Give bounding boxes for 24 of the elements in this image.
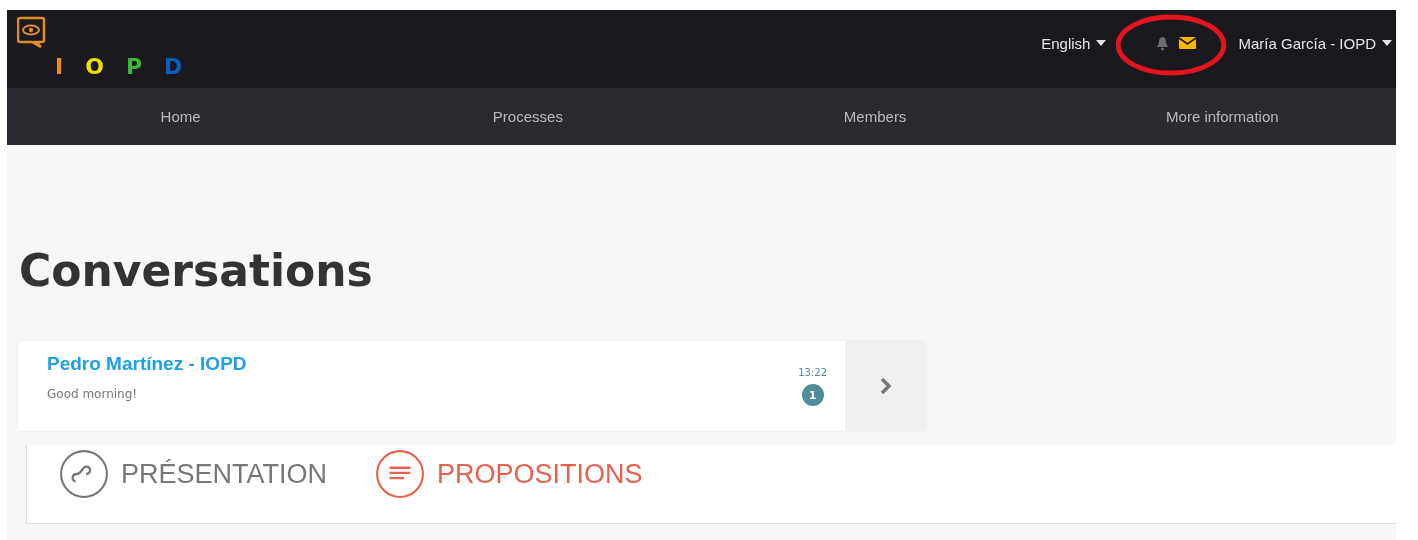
logo-letter: P (125, 54, 142, 79)
user-dropdown[interactable]: María García - IOPD (1238, 34, 1392, 52)
page-title: Conversations (18, 244, 374, 298)
language-dropdown[interactable]: English (1041, 34, 1107, 52)
conversation-card[interactable]: Pedro Martínez - IOPD Good morning! 13:22 1 (18, 341, 926, 431)
nav-link[interactable]: Processes (354, 88, 702, 145)
lines-icon (375, 449, 426, 499)
logo-letter: I (55, 54, 64, 79)
message-time: 13:22 (798, 367, 827, 378)
envelope-icon[interactable] (1179, 37, 1197, 49)
caret-icon (1096, 40, 1107, 46)
bell-icon[interactable] (1156, 35, 1170, 51)
nav-link[interactable]: Home (7, 88, 355, 145)
contact-name: Pedro Martínez - IOPD (47, 353, 247, 375)
logo-letter: O (85, 54, 104, 79)
chevron-icon (879, 377, 892, 395)
swirl-icon (59, 449, 109, 499)
logo-letter: D (164, 54, 183, 79)
message-preview: Good morning! (47, 387, 139, 401)
nav-link[interactable]: Members (701, 88, 1049, 145)
caret-icon (1382, 40, 1392, 46)
nav-link[interactable]: More information (1048, 88, 1396, 145)
unread-count: 1 (801, 384, 824, 406)
chat-eye-icon (17, 16, 47, 48)
